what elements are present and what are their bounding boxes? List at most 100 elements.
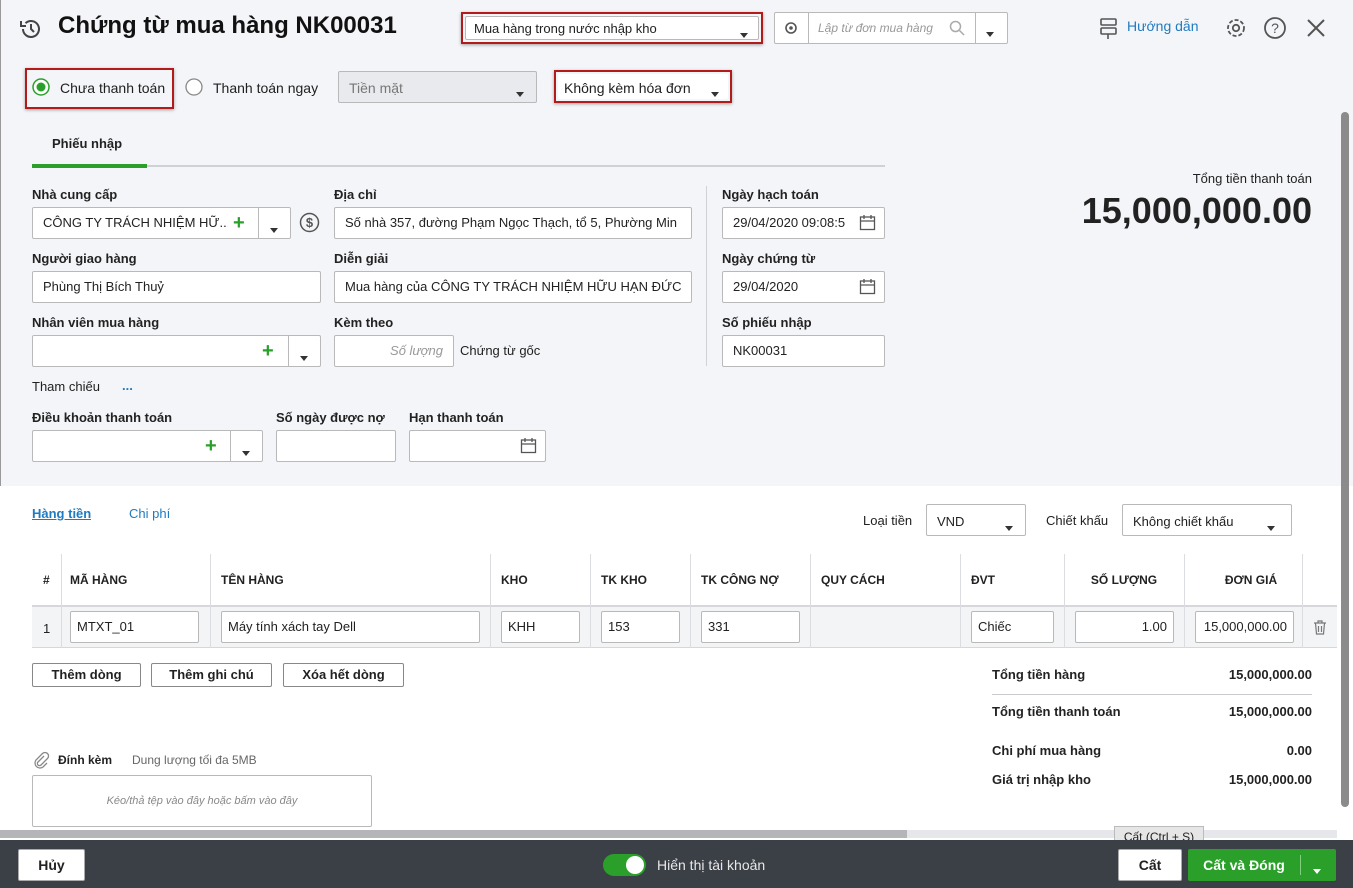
history-icon[interactable] — [18, 16, 44, 42]
item-name-cell[interactable]: Máy tính xách tay Dell — [221, 611, 480, 643]
radio-unchecked-icon[interactable] — [185, 78, 203, 96]
stock-acc-cell[interactable]: 153 — [601, 611, 680, 643]
horizontal-scrollbar[interactable] — [0, 830, 907, 838]
add-supplier-icon[interactable]: + — [233, 213, 245, 233]
tab-goods[interactable]: Hàng tiền — [32, 506, 91, 521]
invoice-select[interactable]: Không kèm hóa đơn — [558, 74, 728, 99]
help-icon[interactable]: ? — [1263, 16, 1287, 40]
qty-cell[interactable]: 1.00 — [1075, 611, 1174, 643]
col-header-qty: SỐ LƯỢNG — [1090, 573, 1158, 587]
save-close-button[interactable]: Cất và Đóng — [1188, 857, 1300, 873]
total-label: Tổng tiền thanh toán — [1192, 171, 1312, 186]
pay-total-label: Tổng tiền thanh toán — [992, 704, 1121, 719]
add-row-button[interactable]: Thêm dòng — [32, 663, 141, 687]
original-docs-label: Chứng từ gốc — [460, 343, 541, 358]
item-code-cell[interactable]: MTXT_01 — [70, 611, 199, 643]
address-input[interactable]: Số nhà 357, đường Phạm Ngọc Thạch, tổ 5,… — [334, 207, 692, 239]
trash-icon[interactable] — [1312, 619, 1328, 636]
purchase-cost-value: 0.00 — [1286, 743, 1312, 758]
unpaid-radio-label[interactable]: Chưa thanh toán — [60, 80, 165, 96]
pay-now-radio-label[interactable]: Thanh toán ngay — [213, 80, 318, 96]
purchase-cost-label: Chi phí mua hàng — [992, 743, 1102, 758]
reference-label: Tham chiếu — [32, 379, 100, 394]
currency-select[interactable]: VND — [926, 504, 1026, 536]
radio-checked-icon[interactable] — [32, 78, 50, 96]
summary-divider — [992, 694, 1312, 695]
terms-label: Điều khoản thanh toán — [32, 410, 173, 425]
toggle-knob — [626, 856, 644, 874]
discount-select[interactable]: Không chiết khấu — [1122, 504, 1292, 536]
buyer-label: Nhân viên mua hàng — [32, 315, 160, 330]
debt-days-label: Số ngày được nợ — [276, 410, 385, 425]
stock-value-label: Giá trị nhập kho — [992, 772, 1091, 787]
show-account-toggle[interactable] — [603, 854, 646, 876]
attachment-limit: Dung lượng tối đa 5MB — [132, 753, 257, 767]
invoice-value: Không kèm hóa đơn — [564, 80, 691, 96]
save-button[interactable]: Cất — [1118, 849, 1182, 881]
calendar-icon[interactable] — [859, 214, 876, 231]
chevron-down-icon — [1267, 519, 1275, 534]
delete-all-rows-button[interactable]: Xóa hết dòng — [283, 663, 404, 687]
add-buyer-icon[interactable]: + — [262, 341, 274, 361]
chevron-down-icon[interactable] — [270, 221, 278, 236]
add-terms-icon[interactable]: + — [205, 436, 217, 456]
chevron-down-icon[interactable] — [300, 349, 308, 364]
tab-cost[interactable]: Chi phí — [129, 506, 170, 521]
voucher-type-select[interactable]: Mua hàng trong nước nhập kho — [465, 16, 759, 40]
col-header-spec: QUY CÁCH — [821, 573, 885, 587]
col-header-no: # — [43, 573, 50, 587]
deliverer-input[interactable]: Phùng Thị Bích Thuỷ — [32, 271, 321, 303]
currency-label: Loại tiền — [863, 513, 913, 528]
supplier-value: CÔNG TY TRÁCH NHIỆM HỮ... — [43, 215, 228, 230]
supplier-combo[interactable]: CÔNG TY TRÁCH NHIỆM HỮ... — [32, 207, 291, 239]
gear-icon[interactable] — [783, 20, 799, 36]
dollar-icon[interactable]: $ — [299, 212, 320, 233]
chevron-down-icon[interactable] — [1313, 862, 1321, 877]
cancel-button[interactable]: Hủy — [18, 849, 85, 881]
col-header-stock-acc: TK KHO — [601, 573, 647, 587]
payment-method-select[interactable]: Tiền mặt — [338, 71, 537, 103]
calendar-icon[interactable] — [859, 278, 876, 295]
receipt-no-input[interactable]: NK00031 — [722, 335, 885, 367]
settings-icon[interactable] — [1224, 16, 1248, 40]
debt-days-input[interactable] — [276, 430, 396, 462]
price-cell[interactable]: 15,000,000.00 — [1195, 611, 1294, 643]
chevron-down-icon — [740, 26, 748, 41]
chevron-down-icon[interactable] — [986, 25, 994, 40]
description-input[interactable]: Mua hàng của CÔNG TY TRÁCH NHIỆM HỮU HẠN… — [334, 271, 692, 303]
chevron-down-icon[interactable] — [242, 444, 250, 459]
col-header-warehouse: KHO — [501, 573, 528, 587]
buyer-combo[interactable] — [32, 335, 321, 367]
col-header-name: TÊN HÀNG — [221, 573, 284, 587]
tab-underline — [32, 165, 885, 167]
goods-total-label: Tổng tiền hàng — [992, 667, 1086, 682]
unit-cell[interactable]: Chiếc — [971, 611, 1054, 643]
svg-text:$: $ — [306, 215, 314, 230]
attachment-dropzone[interactable]: Kéo/thả tệp vào đây hoặc bấm vào đây — [32, 775, 372, 827]
payment-method-value: Tiền mặt — [349, 80, 403, 96]
deliverer-label: Người giao hàng — [32, 251, 137, 266]
currency-value: VND — [937, 514, 965, 529]
reference-more-link[interactable]: ... — [122, 378, 133, 393]
show-account-label: Hiển thị tài khoản — [657, 857, 766, 873]
attach-label: Kèm theo — [334, 315, 394, 330]
attach-qty-input[interactable]: Số lượng — [334, 335, 454, 367]
terms-combo[interactable] — [32, 430, 263, 462]
vertical-scrollbar[interactable] — [1341, 112, 1349, 807]
signpost-icon[interactable] — [1098, 16, 1120, 40]
add-note-button[interactable]: Thêm ghi chú — [151, 663, 272, 687]
attachment-label: Đính kèm — [58, 753, 113, 767]
goods-total-value: 15,000,000.00 — [1228, 667, 1312, 682]
guide-link[interactable]: Hướng dẫn — [1127, 18, 1198, 34]
row-number: 1 — [43, 621, 51, 636]
calendar-icon[interactable] — [520, 437, 537, 454]
tab-receipt[interactable]: Phiếu nhập — [52, 136, 122, 151]
paperclip-icon — [34, 751, 50, 769]
discount-value: Không chiết khấu — [1133, 514, 1234, 529]
close-icon[interactable] — [1306, 18, 1326, 38]
debt-acc-cell[interactable]: 331 — [701, 611, 800, 643]
warehouse-cell[interactable]: KHH — [501, 611, 580, 643]
dropzone-text: Kéo/thả tệp vào đây hoặc bấm vào đây — [106, 795, 298, 807]
order-search-input[interactable]: Lập từ đơn mua hàng — [818, 21, 933, 35]
search-icon[interactable] — [949, 20, 965, 36]
